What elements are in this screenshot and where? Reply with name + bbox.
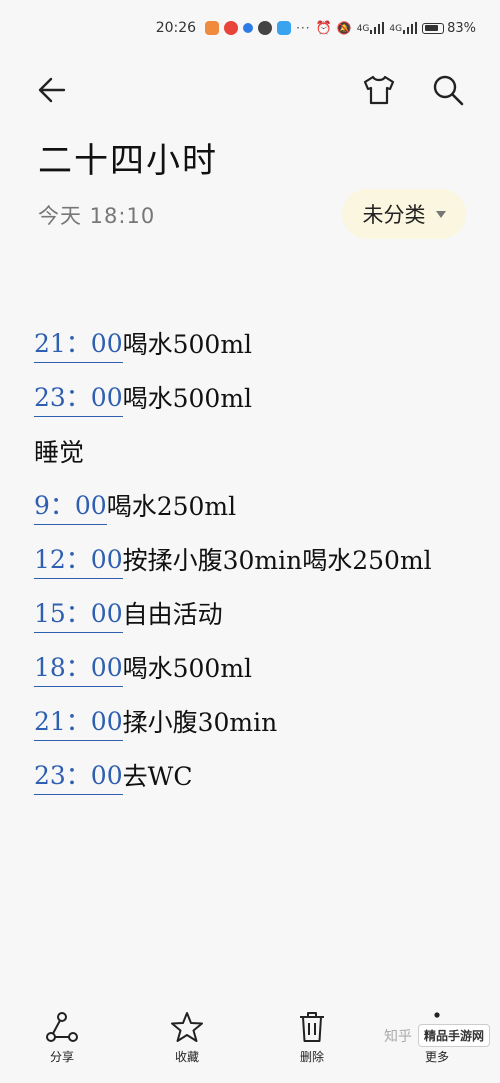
share-label: 分享 [49, 1050, 74, 1064]
note-line-text: 喝水500ml [122, 330, 253, 359]
signal-icon: 4G [357, 22, 385, 34]
trash-icon [300, 1012, 324, 1042]
note-line-text: 睡觉 [34, 438, 85, 467]
network-type-label: 4G [389, 24, 403, 34]
theme-button[interactable] [357, 68, 401, 112]
note-line-time: 9：00 [34, 490, 107, 525]
battery-icon [422, 22, 445, 34]
network-type-label: 4G [356, 24, 370, 34]
alarm-icon: ⏰ [315, 20, 332, 36]
signal-icon: 4G [389, 22, 418, 34]
star-icon [171, 1012, 203, 1042]
pause-icon [258, 21, 273, 35]
note-line: 12：00 按揉小腹30min喝水250ml [34, 534, 480, 588]
search-icon [433, 75, 464, 106]
back-button[interactable] [30, 68, 74, 112]
watermark: 知乎 精品手游网 [384, 1024, 490, 1047]
note-line: 23：00 去WC [34, 750, 480, 804]
note-line: 21：00 喝水500ml [34, 318, 480, 372]
favorite-label: 收藏 [174, 1050, 199, 1064]
search-button[interactable] [426, 68, 470, 112]
note-title[interactable]: 二十四小时 [38, 133, 218, 182]
note-line-time: 23：00 [34, 382, 123, 417]
delete-label: 删除 [299, 1050, 324, 1064]
favorite-button[interactable]: 收藏 [147, 1010, 227, 1065]
chat-app-icon [277, 21, 292, 35]
status-bar: 20:26 ··· ⏰ 🔕 4G 4G 83% [0, 0, 500, 56]
category-label: 未分类 [362, 203, 426, 227]
note-line-text: 按揉小腹30min喝水250ml [122, 546, 432, 575]
more-notifications-icon: ··· [296, 21, 311, 35]
more-label: 更多 [424, 1050, 449, 1064]
status-time: 20:26 [155, 20, 197, 36]
note-line-time: 21：00 [34, 328, 123, 363]
note-line: 9：00 喝水250ml [34, 480, 480, 534]
watermark-badge: 精品手游网 [417, 1024, 490, 1047]
battery-indicator: 83% [422, 21, 476, 36]
note-line: 睡觉 [34, 426, 480, 480]
note-line-time: 12：00 [34, 544, 123, 579]
category-dropdown[interactable]: 未分类 [342, 189, 466, 239]
arrow-left-icon [38, 77, 66, 103]
note-line-time: 23：00 [34, 760, 123, 795]
caret-down-icon [435, 210, 446, 218]
tshirt-icon [363, 75, 395, 105]
note-line-time: 18：00 [34, 652, 123, 687]
note-line-time: 21：00 [34, 706, 123, 741]
note-line: 23：00 喝水500ml [34, 372, 480, 426]
note-line-text: 自由活动 [122, 600, 223, 629]
watermark-source: 知乎 [383, 1028, 412, 1045]
note-line-text: 去WC [122, 762, 193, 791]
weibo-icon [224, 21, 239, 35]
note-line-text: 喝水500ml [122, 384, 253, 413]
app-notification-icon [205, 21, 220, 35]
note-line: 18：00 喝水500ml [34, 642, 480, 696]
note-line-time: 15：00 [34, 598, 123, 633]
note-line-text: 喝水250ml [106, 492, 237, 521]
mute-icon: 🔕 [336, 21, 352, 35]
share-icon [46, 1012, 78, 1042]
share-button[interactable]: 分享 [22, 1010, 102, 1065]
app-notification-icon [243, 23, 254, 33]
note-date: 今天 18:10 [38, 204, 156, 228]
battery-percent: 83% [447, 20, 476, 36]
note-line-text: 喝水500ml [122, 654, 253, 683]
delete-button[interactable]: 删除 [272, 1010, 352, 1065]
note-line-text: 揉小腹30min [122, 708, 278, 737]
note-line: 21：00 揉小腹30min [34, 696, 480, 750]
note-body[interactable]: 21：00 喝水500ml 23：00 喝水500ml 睡觉 9：00 喝水250ml… [34, 318, 480, 804]
toolbar [0, 62, 500, 118]
note-line: 15：00 自由活动 [34, 588, 480, 642]
